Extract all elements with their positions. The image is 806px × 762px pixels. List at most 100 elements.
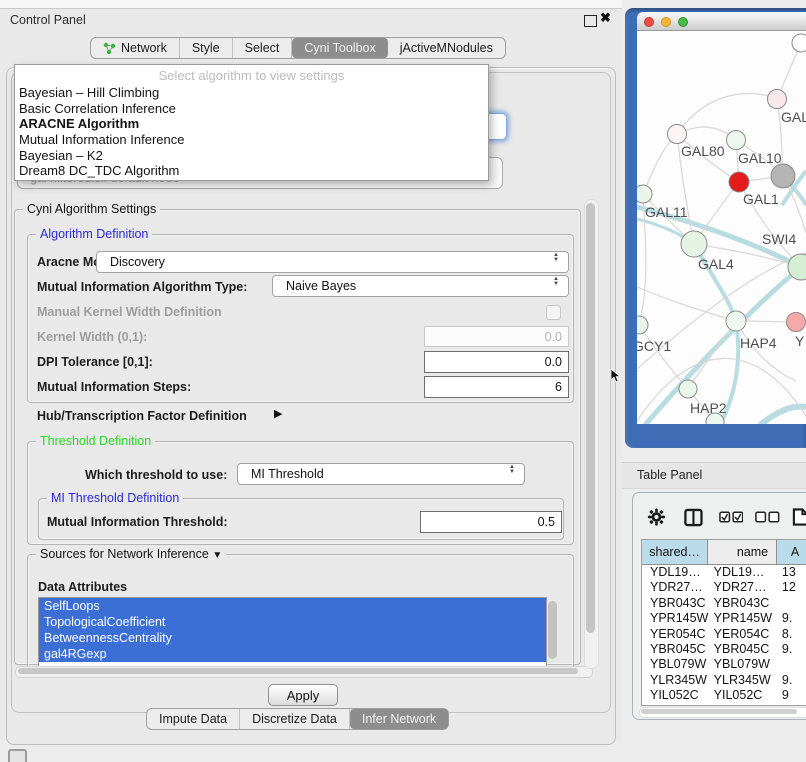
tab-jactivemnodules[interactable]: jActiveMNodules — [388, 38, 505, 58]
network-edge[interactable] — [688, 321, 736, 389]
network-node-node-top[interactable] — [792, 34, 806, 52]
attribute-item[interactable]: SelfLoops — [39, 598, 546, 614]
expander-arrow-icon[interactable]: ▶ — [274, 407, 282, 420]
collapse-arrow-icon[interactable]: ▼ — [212, 550, 222, 561]
network-node-GAL1[interactable] — [729, 172, 749, 192]
network-node-HAP4[interactable] — [726, 311, 746, 331]
gear-icon[interactable] — [647, 507, 666, 527]
kernel-width-field[interactable]: 0.0 — [424, 326, 569, 347]
checked-pair-icon[interactable] — [719, 511, 744, 523]
table-row[interactable]: YBR045CYBR045C9. — [642, 642, 806, 657]
unchecked-pair-icon[interactable] — [755, 511, 780, 523]
table-horizontal-scrollbar[interactable] — [639, 707, 806, 718]
network-node-GCY1[interactable] — [637, 316, 648, 334]
network-node-HAP2[interactable] — [679, 380, 697, 398]
document-icon[interactable] — [792, 507, 806, 527]
dpi-tolerance-field[interactable]: 0.0 — [424, 351, 569, 373]
tab-network[interactable]: Network — [91, 38, 180, 58]
network-edge[interactable] — [643, 134, 677, 194]
close-window-icon[interactable] — [644, 17, 654, 27]
tab-style[interactable]: Style — [180, 38, 233, 58]
table-cell: YPR145W — [642, 611, 709, 626]
algorithm-option[interactable]: ARACNE Algorithm — [15, 116, 488, 132]
mi-threshold-field[interactable]: 0.5 — [420, 511, 562, 533]
table-cell: YBL079W — [642, 657, 709, 672]
bottom-tab-discretize-data[interactable]: Discretize Data — [240, 709, 350, 729]
network-node-node-gray[interactable] — [771, 164, 795, 188]
network-view[interactable]: GALGAL80GAL10GAL1GAL11GAL4SWI4HAP4YGCY1H… — [637, 31, 806, 424]
columns-icon[interactable] — [684, 508, 703, 527]
tab-label: Discretize Data — [252, 712, 337, 726]
table-cell — [777, 596, 806, 611]
bottom-tab-infer-network[interactable]: Infer Network — [350, 709, 448, 729]
table-row[interactable]: YDR27…YDR27…12 — [642, 580, 806, 595]
mi-threshold-label: Mutual Information Threshold: — [47, 515, 228, 529]
close-panel-icon[interactable]: ✖ — [600, 10, 611, 26]
mi-steps-field[interactable]: 6 — [424, 376, 569, 398]
column-header-name[interactable]: name — [708, 540, 777, 564]
network-node-GAL11[interactable] — [637, 185, 652, 203]
spinner-arrows-icon: ▲▼ — [509, 465, 515, 475]
table-row[interactable]: YBR043CYBR043C — [642, 596, 806, 611]
attribute-item[interactable]: TopologicalCoefficient — [39, 614, 546, 630]
network-edge-highlighted[interactable] — [760, 407, 806, 424]
minimize-window-icon[interactable] — [661, 17, 671, 27]
zoom-window-icon[interactable] — [678, 17, 688, 27]
manual-kernel-checkbox[interactable] — [546, 305, 561, 320]
algorithm-option[interactable]: Bayesian – K2 — [15, 148, 488, 164]
network-node-node-salmon[interactable] — [787, 313, 806, 332]
tab-label: Network — [121, 41, 167, 55]
column-header-shared…[interactable]: shared… — [642, 540, 708, 564]
table-row[interactable]: YER054CYER054C8. — [642, 627, 806, 642]
top-strip — [0, 0, 622, 9]
which-threshold-combobox[interactable]: MI Threshold ▲▼ — [237, 463, 525, 485]
attribute-item[interactable]: gal4RGexp — [39, 646, 546, 662]
table-cell: YDR27… — [642, 580, 709, 595]
node-label-GAL11: GAL11 — [645, 204, 688, 220]
network-edge[interactable] — [639, 325, 688, 389]
algorithm-option[interactable]: Dream8 DC_TDC Algorithm — [15, 163, 488, 179]
algorithm-option[interactable]: Mutual Information Inference — [15, 132, 488, 148]
table-cell: YIL052C — [709, 688, 777, 703]
list-scrollbar[interactable] — [548, 601, 557, 659]
data-attributes-list[interactable]: SelfLoopsTopologicalCoefficientBetweenne… — [38, 597, 547, 667]
apply-button[interactable]: Apply — [268, 684, 338, 706]
attribute-item[interactable]: BetweennessCentrality — [39, 630, 546, 646]
network-node-GAL10[interactable] — [727, 131, 746, 150]
network-node-GAL4[interactable] — [681, 231, 707, 257]
network-node-GAL80[interactable] — [668, 125, 687, 144]
horizontal-scrollbar[interactable] — [15, 666, 593, 678]
mi-type-combobox[interactable]: Naive Bayes ▲▼ — [272, 275, 569, 297]
dock-icon[interactable] — [8, 749, 27, 762]
settings-scrollbar[interactable] — [584, 199, 599, 669]
bottom-tab-impute-data[interactable]: Impute Data — [147, 709, 240, 729]
cyni-settings-title: Cyni Algorithm Settings — [23, 202, 160, 217]
screen: Control Panel ✖ NetworkStyleSelectCyni T… — [0, 0, 806, 762]
table-cell: YBR043C — [642, 596, 709, 611]
table-row[interactable]: YBL079WYBL079W — [642, 657, 806, 672]
float-panel-icon[interactable] — [584, 15, 597, 27]
table-cell: YIL052C — [642, 688, 709, 703]
table-row[interactable]: YIL052CYIL052C9 — [642, 688, 806, 703]
table-cell: YLR345W — [642, 673, 709, 688]
tab-cyni-toolbox[interactable]: Cyni Toolbox — [292, 38, 387, 58]
algorithm-option[interactable]: Basic Correlation Inference — [15, 101, 488, 117]
tab-select[interactable]: Select — [233, 38, 293, 58]
aracne-mode-combobox[interactable]: Discovery ▲▼ — [96, 251, 569, 273]
data-attributes-label: Data Attributes — [38, 580, 127, 594]
node-table[interactable]: shared…nameA YDL19…YDL19…13YDR27…YDR27…1… — [641, 539, 806, 706]
node-label-GAL-cut: GAL — [781, 109, 806, 125]
node-label-HAP2: HAP2 — [690, 400, 727, 416]
network-node-GAL-cut[interactable] — [768, 90, 787, 109]
algorithm-option[interactable]: Bayesian – Hill Climbing — [15, 85, 488, 101]
table-cell — [777, 657, 806, 672]
algorithm-dropdown-list: Select algorithm to view settings Bayesi… — [14, 64, 489, 181]
control-panel: Control Panel ✖ NetworkStyleSelectCyni T… — [0, 9, 622, 740]
network-window-titlebar[interactable] — [637, 12, 806, 31]
column-header-A[interactable]: A — [777, 540, 806, 564]
table-row[interactable]: YLR345WYLR345W9. — [642, 673, 806, 688]
tab-label: Infer Network — [362, 712, 436, 726]
table-row[interactable]: YPR145WYPR145W9. — [642, 611, 806, 626]
table-row[interactable]: YDL19…YDL19…13 — [642, 565, 806, 580]
node-label-GCY1: GCY1 — [637, 338, 671, 354]
